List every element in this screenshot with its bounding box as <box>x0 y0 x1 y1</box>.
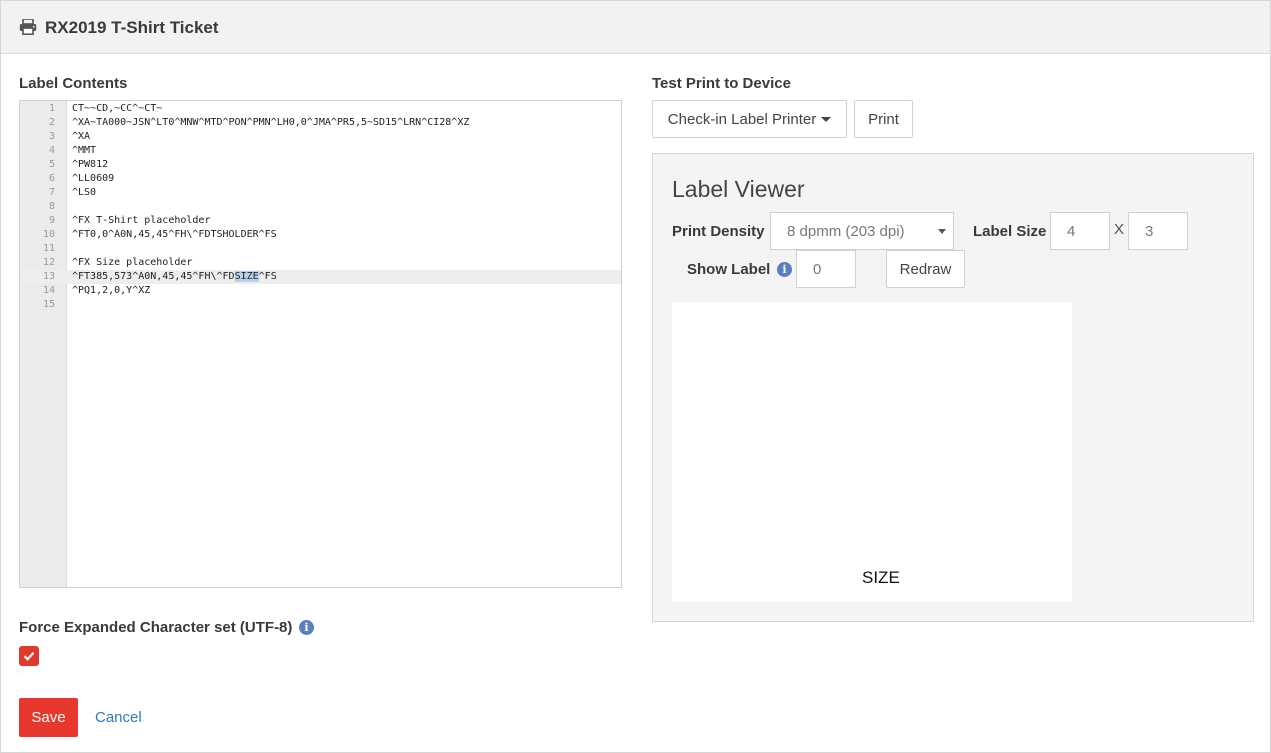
code-text: ^FT0,0^A0N,45,45^FH\^FDTSHOLDER^FS <box>72 229 277 240</box>
show-label-label: Show Label <box>687 261 771 278</box>
label-preview: SIZE <box>672 302 1072 602</box>
preview-size-text: SIZE <box>862 568 900 587</box>
info-icon[interactable]: i <box>777 262 792 277</box>
code-text-before: ^FT385,573^A0N,45,45^FH\^FD <box>72 271 235 282</box>
line-number: 13 <box>42 271 55 282</box>
line-number: 12 <box>42 257 55 268</box>
code-line[interactable]: 12 ^FX Size placeholder <box>20 256 621 270</box>
code-text: ^LS0 <box>72 187 97 198</box>
line-number: 14 <box>42 285 55 296</box>
line-number: 4 <box>48 145 55 156</box>
code-lines[interactable]: 1 CT~~CD,~CC^~CT~ 2 ^XA~TA000~JSN^LT0^MNW^M… <box>20 101 621 312</box>
printer-icon <box>19 19 37 35</box>
code-line[interactable]: 5 ^PW812 <box>20 158 621 172</box>
show-label-value: 0 <box>813 260 822 278</box>
code-line[interactable]: 3 ^XA <box>20 130 621 144</box>
code-line[interactable]: 15 <box>20 298 621 312</box>
label-viewer: Label Viewer Print Density 8 dpmm (203 d… <box>652 153 1254 622</box>
code-text-after: ^FS <box>258 271 277 282</box>
highlighted-text: SIZE <box>234 271 259 282</box>
line-number: 5 <box>48 159 55 170</box>
code-text: ^XA <box>72 131 91 142</box>
code-line[interactable]: 8 <box>20 200 621 214</box>
code-line[interactable]: 1 CT~~CD,~CC^~CT~ <box>20 102 621 116</box>
code-line[interactable]: 11 <box>20 242 621 256</box>
code-line[interactable]: 10 ^FT0,0^A0N,45,45^FH\^FDTSHOLDER^FS <box>20 228 621 242</box>
label-width-input[interactable]: 4 <box>1050 212 1110 250</box>
label-contents-label: Label Contents <box>19 75 128 92</box>
label-width-value: 4 <box>1067 222 1076 240</box>
line-number: 9 <box>48 215 55 226</box>
force-utf8-label: Force Expanded Character set (UTF-8) <box>19 619 293 636</box>
cancel-link[interactable]: Cancel <box>95 709 142 726</box>
code-line[interactable]: 9 ^FX T-Shirt placeholder <box>20 214 621 228</box>
code-text: ^FT385,573^A0N,45,45^FH\^FDSIZE^FS <box>72 270 277 284</box>
code-editor[interactable]: 1 CT~~CD,~CC^~CT~ 2 ^XA~TA000~JSN^LT0^MNW^M… <box>19 100 622 588</box>
panel-heading: RX2019 T-Shirt Ticket <box>1 1 1270 54</box>
redraw-button[interactable]: Redraw <box>886 250 965 288</box>
label-size-label: Label Size <box>973 223 1047 240</box>
force-utf8-checkbox[interactable] <box>19 646 39 666</box>
code-text: ^FX T-Shirt placeholder <box>72 215 211 226</box>
code-line[interactable]: 2 ^XA~TA000~JSN^LT0^MNW^MTD^PON^PMN^LH0,0… <box>20 116 621 130</box>
label-height-value: 3 <box>1145 222 1154 240</box>
code-text: ^PQ1,2,0,Y^XZ <box>72 285 151 296</box>
info-icon[interactable]: i <box>299 620 314 635</box>
print-density-value: 8 dpmm (203 dpi) <box>787 222 905 240</box>
size-separator: X <box>1114 221 1125 238</box>
label-editor-panel: RX2019 T-Shirt Ticket Label Contents 1 CT… <box>0 0 1271 753</box>
code-text: ^FX Size placeholder <box>72 257 193 268</box>
print-density-label: Print Density <box>672 223 765 240</box>
line-number: 6 <box>48 173 55 184</box>
line-number: 3 <box>48 131 55 142</box>
line-number: 7 <box>48 187 55 198</box>
line-number: 10 <box>42 229 55 240</box>
line-number: 1 <box>48 103 55 114</box>
code-line[interactable]: 6 ^LL0609 <box>20 172 621 186</box>
page-title: RX2019 T-Shirt Ticket <box>45 18 219 37</box>
code-line[interactable]: 14 ^PQ1,2,0,Y^XZ <box>20 284 621 298</box>
code-text: CT~~CD,~CC^~CT~ <box>72 103 163 114</box>
code-line[interactable]: 4 ^MMT <box>20 144 621 158</box>
label-viewer-title: Label Viewer <box>672 176 805 202</box>
line-number: 2 <box>48 117 55 128</box>
code-line[interactable]: 7 ^LS0 <box>20 186 621 200</box>
line-number: 8 <box>48 201 55 212</box>
code-text: ^PW812 <box>72 159 109 170</box>
save-button[interactable]: Save <box>19 698 78 737</box>
print-button[interactable]: Print <box>854 100 913 138</box>
show-label-input[interactable]: 0 <box>796 250 856 288</box>
code-line[interactable]: 13 ^FT385,573^A0N,45,45^FH\^FDSIZE^FS <box>20 270 621 284</box>
line-number: 15 <box>42 299 55 310</box>
label-height-input[interactable]: 3 <box>1128 212 1188 250</box>
printer-device-value: Check-in Label Printer <box>667 110 817 128</box>
printer-device-dropdown[interactable]: Check-in Label Printer <box>652 100 847 138</box>
code-text: ^XA~TA000~JSN^LT0^MNW^MTD^PON^PMN^LH0,0^… <box>72 117 470 128</box>
code-text: ^MMT <box>72 145 97 156</box>
line-number: 11 <box>42 243 55 254</box>
code-text: ^LL0609 <box>72 173 115 184</box>
select-arrow-icon <box>938 229 946 234</box>
print-density-select[interactable]: 8 dpmm (203 dpi) <box>770 212 954 250</box>
checkmark-icon <box>23 652 35 661</box>
caret-down-icon <box>821 116 832 122</box>
test-print-label: Test Print to Device <box>652 75 791 92</box>
